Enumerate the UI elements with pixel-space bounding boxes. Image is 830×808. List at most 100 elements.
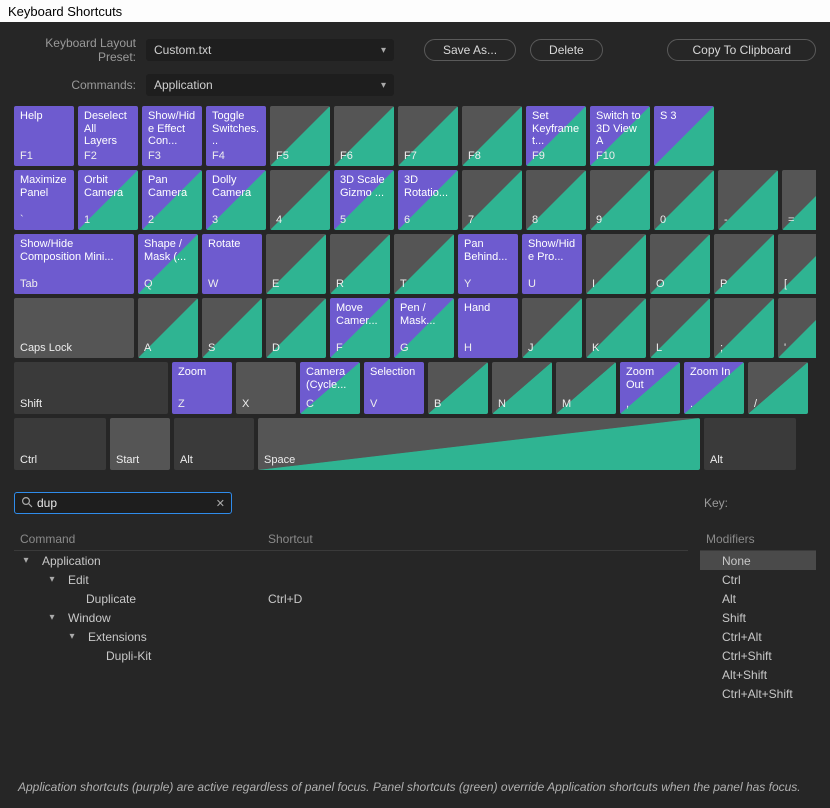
modifiers-table: Modifiers NoneCtrlAltShiftCtrl+AltCtrl+S… [700, 532, 816, 703]
key--[interactable]: = [782, 170, 816, 230]
key-desc: Show/Hide Composition Mini... [20, 238, 128, 263]
key-h[interactable]: HandH [458, 298, 518, 358]
key-j[interactable]: J [522, 298, 582, 358]
key--[interactable]: [ [778, 234, 816, 294]
save-as-button[interactable]: Save As... [424, 39, 516, 61]
key-f1[interactable]: HelpF1 [14, 106, 74, 166]
key-shift[interactable]: Shift [14, 362, 168, 414]
tree-row[interactable]: Dupli-Kit [14, 646, 688, 665]
commands-dropdown[interactable]: Application ▾ [146, 74, 394, 96]
modifier-alt-shift[interactable]: Alt+Shift [700, 665, 816, 684]
modifier-ctrl-shift[interactable]: Ctrl+Shift [700, 646, 816, 665]
key-r[interactable]: R [330, 234, 390, 294]
search-box[interactable]: ✕ [14, 492, 232, 514]
key-f[interactable]: Move Camer...F [330, 298, 390, 358]
key-a[interactable]: A [138, 298, 198, 358]
key-m[interactable]: M [556, 362, 616, 414]
key-q[interactable]: Shape / Mask (...Q [138, 234, 198, 294]
key-start[interactable]: Start [110, 418, 170, 470]
key-o[interactable]: O [650, 234, 710, 294]
key-x[interactable]: X [236, 362, 296, 414]
modifier-none[interactable]: None [700, 551, 816, 570]
key-c[interactable]: Camera (Cycle...C [300, 362, 360, 414]
tree-row[interactable]: ▾Window [14, 608, 688, 627]
key-f2[interactable]: Deselect All LayersF2 [78, 106, 138, 166]
key-b[interactable]: B [428, 362, 488, 414]
key-f10[interactable]: Switch to 3D View AF10 [590, 106, 650, 166]
key-f5[interactable]: F5 [270, 106, 330, 166]
tree-row[interactable]: ▾Extensions [14, 627, 688, 646]
modifier-alt[interactable]: Alt [700, 589, 816, 608]
key-desc: S 3 [660, 110, 708, 123]
key-g[interactable]: Pen / Mask...G [394, 298, 454, 358]
key-d[interactable]: D [266, 298, 326, 358]
command-table: Command Shortcut ▾Application ▾Edit Dupl… [14, 532, 688, 703]
key-label: Space [264, 454, 295, 467]
key-i[interactable]: I [586, 234, 646, 294]
key-k[interactable]: K [586, 298, 646, 358]
key--[interactable]: Maximize Panel` [14, 170, 74, 230]
key-f4[interactable]: Toggle Switches...F4 [206, 106, 266, 166]
key-6[interactable]: 3D Rotatio...6 [398, 170, 458, 230]
key--[interactable]: Zoom In. [684, 362, 744, 414]
preset-dropdown[interactable]: Custom.txt ▾ [146, 39, 394, 61]
key-u[interactable]: Show/Hide Pro...U [522, 234, 582, 294]
key-ctrl[interactable]: Ctrl [14, 418, 106, 470]
key-1[interactable]: Orbit Camera1 [78, 170, 138, 230]
key-0[interactable]: 0 [654, 170, 714, 230]
key-3[interactable]: Dolly Camera3 [206, 170, 266, 230]
key--[interactable]: Zoom Out, [620, 362, 680, 414]
key-label: , [626, 398, 629, 411]
key-label: 2 [148, 214, 154, 227]
key-caps-lock[interactable]: Caps Lock [14, 298, 134, 358]
key-[interactable]: S 3 [654, 106, 714, 166]
key--[interactable]: ; [714, 298, 774, 358]
key-alt[interactable]: Alt [704, 418, 796, 470]
key--[interactable]: ' [778, 298, 816, 358]
key-tab[interactable]: Show/Hide Composition Mini...Tab [14, 234, 134, 294]
col-command[interactable]: Command [20, 532, 268, 546]
key-z[interactable]: ZoomZ [172, 362, 232, 414]
key-label: C [306, 398, 314, 411]
key-4[interactable]: 4 [270, 170, 330, 230]
key-desc: Dolly Camera [212, 174, 260, 199]
key-f8[interactable]: F8 [462, 106, 522, 166]
key-9[interactable]: 9 [590, 170, 650, 230]
delete-button[interactable]: Delete [530, 39, 603, 61]
key-f3[interactable]: Show/Hide Effect Con...F3 [142, 106, 202, 166]
clear-icon[interactable]: ✕ [216, 497, 225, 510]
key-w[interactable]: RotateW [202, 234, 262, 294]
key-e[interactable]: E [266, 234, 326, 294]
key-f9[interactable]: Set Keyframe t...F9 [526, 106, 586, 166]
key-f7[interactable]: F7 [398, 106, 458, 166]
key--[interactable]: / [748, 362, 808, 414]
modifier-ctrl-alt[interactable]: Ctrl+Alt [700, 627, 816, 646]
key-f6[interactable]: F6 [334, 106, 394, 166]
col-shortcut[interactable]: Shortcut [268, 532, 682, 546]
key-n[interactable]: N [492, 362, 552, 414]
key-y[interactable]: Pan Behind...Y [458, 234, 518, 294]
key-t[interactable]: T [394, 234, 454, 294]
key-7[interactable]: 7 [462, 170, 522, 230]
modifiers-header[interactable]: Modifiers [700, 532, 816, 551]
key-label: L [656, 342, 662, 355]
modifier-ctrl-alt-shift[interactable]: Ctrl+Alt+Shift [700, 684, 816, 703]
key-p[interactable]: P [714, 234, 774, 294]
key-8[interactable]: 8 [526, 170, 586, 230]
key-5[interactable]: 3D Scale Gizmo ...5 [334, 170, 394, 230]
key-space[interactable]: Space [258, 418, 700, 470]
modifier-ctrl[interactable]: Ctrl [700, 570, 816, 589]
tree-row[interactable]: ▾Application [14, 551, 688, 570]
key-s[interactable]: S [202, 298, 262, 358]
key--[interactable]: - [718, 170, 778, 230]
search-input[interactable] [33, 496, 216, 510]
key-v[interactable]: SelectionV [364, 362, 424, 414]
tree-row[interactable]: ▾Edit [14, 570, 688, 589]
key-alt[interactable]: Alt [174, 418, 254, 470]
copy-clipboard-button[interactable]: Copy To Clipboard [667, 39, 816, 61]
modifier-shift[interactable]: Shift [700, 608, 816, 627]
key-l[interactable]: L [650, 298, 710, 358]
key-desc: Shape / Mask (... [144, 238, 192, 263]
tree-row[interactable]: Duplicate Ctrl+D [14, 589, 688, 608]
key-2[interactable]: Pan Camera2 [142, 170, 202, 230]
